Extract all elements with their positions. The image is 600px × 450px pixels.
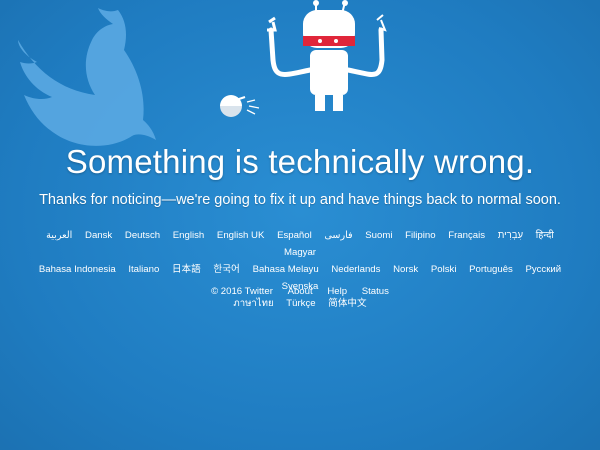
page-subtitle: Thanks for noticing—we're going to fix i…	[39, 192, 561, 208]
language-link[interactable]: Nederlands	[331, 264, 380, 275]
language-link[interactable]: Polski	[431, 264, 457, 275]
language-link[interactable]: Norsk	[393, 264, 418, 275]
language-link[interactable]: Deutsch	[125, 230, 160, 241]
language-link[interactable]: Suomi	[365, 230, 392, 241]
language-link[interactable]: Bahasa Melayu	[253, 264, 319, 275]
language-link[interactable]: 日本語	[172, 264, 201, 275]
language-link[interactable]: Bahasa Indonesia	[39, 264, 116, 275]
language-link[interactable]: Filipino	[405, 230, 435, 241]
twitter-bird-icon	[18, 8, 156, 146]
language-link[interactable]: 한국어	[213, 264, 239, 275]
language-link[interactable]: Português	[469, 264, 513, 275]
copyright-text: © 2016 Twitter	[211, 286, 273, 297]
language-link[interactable]: Français	[448, 230, 485, 241]
broken-robot-head-icon	[220, 95, 260, 117]
language-link[interactable]: Italiano	[128, 264, 159, 275]
language-link[interactable]: Español	[277, 230, 312, 241]
language-link[interactable]: Magyar	[284, 247, 316, 258]
language-link[interactable]: Dansk	[85, 230, 112, 241]
page-title: Something is technically wrong.	[65, 143, 535, 180]
language-link[interactable]: हिन्दी	[536, 230, 554, 241]
language-link[interactable]: فارسی	[324, 230, 352, 241]
language-link[interactable]: العربية	[46, 230, 72, 241]
footer: © 2016 Twitter About Help Status	[0, 284, 600, 300]
language-link[interactable]: עִבְרִית	[498, 230, 523, 241]
help-link[interactable]: Help	[327, 286, 347, 297]
robot-icon	[267, 0, 387, 111]
language-link[interactable]: English	[173, 230, 204, 241]
language-link[interactable]: English UK	[217, 230, 264, 241]
language-link[interactable]: Русский	[526, 264, 562, 275]
about-link[interactable]: About	[288, 286, 313, 297]
robot-illustration	[220, 0, 387, 117]
status-link[interactable]: Status	[362, 286, 389, 297]
